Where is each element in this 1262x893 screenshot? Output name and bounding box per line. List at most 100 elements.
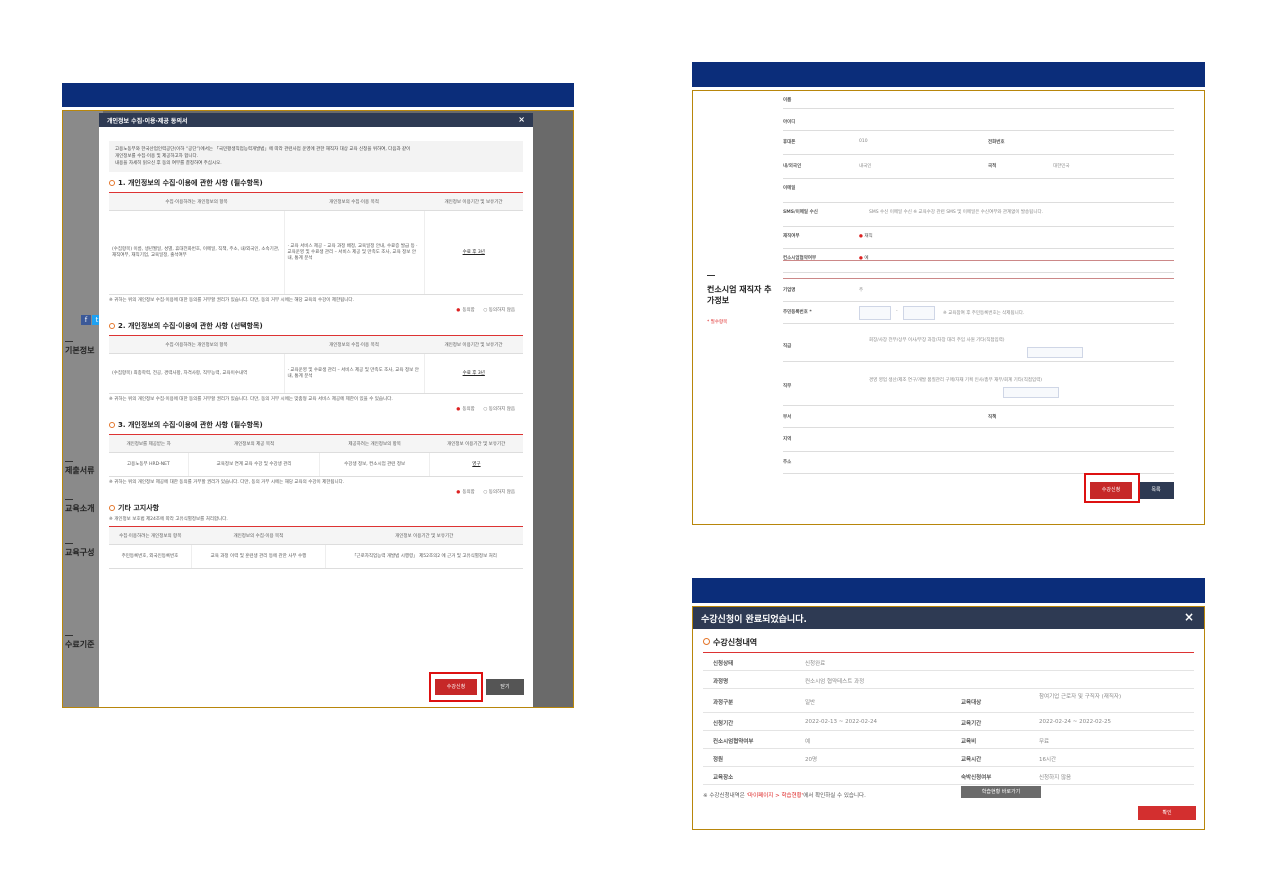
field-label: 아이디 xyxy=(783,120,796,125)
circle-icon xyxy=(703,638,710,645)
side-label-basic: 기본정보 xyxy=(65,346,95,355)
radio-label: 재직 xyxy=(864,234,873,239)
table-cell: · 교육운영 및 수료생 관리 – 서비스 제공 및 만족도 조사, 교육 정보… xyxy=(283,353,424,394)
side-label-docs: 제출서류 xyxy=(65,466,95,475)
ssn-dash: - xyxy=(896,309,898,314)
row-value: 16시간 xyxy=(1039,757,1057,763)
section-3-title: 3. 개인정보의 수집·이용에 관한 사항 (필수항목) xyxy=(109,420,523,430)
table-cell: 수료 후 3년 xyxy=(423,353,523,394)
field-label: 직급 xyxy=(783,344,792,349)
table-header: 개인정보의 제공 목적 xyxy=(188,434,320,453)
disagree-label[interactable]: 동의하지 않음 xyxy=(489,308,515,313)
side-line xyxy=(65,543,73,544)
right-top-screenshot: 이름 아이디 휴대폰 010 전화번호 내/외국인 내국인 국적 대한민국 이메… xyxy=(692,90,1205,525)
radio-selected-icon[interactable]: ● xyxy=(456,407,460,412)
consent-modal: 개인정보 수집·이용·제공 동의서 × 고용노동부와 한국산업인력공단(이하 “… xyxy=(99,113,533,707)
field-label: 기업명 xyxy=(783,288,796,293)
job-options[interactable]: 경영 영업 생산/제조 연구/개발 품질관리 구매/자재 기획 인사/총무 재무… xyxy=(869,375,1119,387)
position-other-input[interactable] xyxy=(1027,347,1083,358)
table-cell: 고용노동부 HRD-NET xyxy=(109,452,189,477)
radio-selected-icon: ● xyxy=(859,234,863,239)
field-label: 국적 xyxy=(988,164,997,169)
field-label: 전화번호 xyxy=(988,140,1005,145)
row-value: 2022-02-24 ~ 2022-02-25 xyxy=(1039,719,1112,725)
field-label: 내/외국인 xyxy=(783,164,802,169)
row-key: 숙박신청여부 xyxy=(961,775,992,781)
close-icon[interactable]: × xyxy=(1184,610,1194,624)
table-header: 수집·이용하려는 개인정보의 항목 xyxy=(109,335,284,354)
radio-selected-icon[interactable]: ● xyxy=(456,308,460,313)
position-options[interactable]: 회장/사장 전무/상무 이사/부장 과장/차장 대리 주임 사원 기타(직접입력… xyxy=(869,335,1119,347)
table-row xyxy=(703,713,1194,731)
disagree-label[interactable]: 동의하지 않음 xyxy=(489,490,515,495)
table-cell: (수집항목) 최종학력, 전공, 경력사항, 자격사항, 직무능력, 교육이수내… xyxy=(109,353,284,394)
section-3-note: ※ 귀하는 위의 개인정보 제공에 대한 동의를 거부할 권리가 있습니다. 다… xyxy=(109,480,345,485)
sms-email-options[interactable]: SMS 수신 이메일 수신 ※ 교육수강 관련 SMS 및 이메일은 수신여부와… xyxy=(869,209,1043,215)
agree-label[interactable]: 동의함 xyxy=(462,308,474,313)
section-2-label: 2. 개인정보의 수집·이용에 관한 사항 (선택항목) xyxy=(118,322,263,330)
ssn-front-input[interactable] xyxy=(859,306,891,320)
field-label: 휴대폰 xyxy=(783,140,796,145)
radio-selected-icon[interactable]: ● xyxy=(456,490,460,495)
modal-header: 개인정보 수집·이용·제공 동의서 × xyxy=(99,113,533,127)
table-header: 개인정보를 제공받는 자 xyxy=(109,434,189,453)
consent-radio-group-3: ● 동의함 ○ 동의하지 않음 xyxy=(456,490,515,495)
disagree-label[interactable]: 동의하지 않음 xyxy=(489,407,515,412)
circle-icon xyxy=(109,422,115,428)
row-key: 과정명 xyxy=(713,679,729,685)
close-button[interactable]: 닫기 xyxy=(486,679,524,695)
job-other-input[interactable] xyxy=(1003,387,1059,398)
field-label: 주민등록번호 * xyxy=(783,310,812,315)
note-text: ※ 수강신청내역은 xyxy=(703,793,747,799)
right-bottom-title-bar xyxy=(692,578,1205,603)
confirm-button[interactable]: 확인 xyxy=(1138,806,1196,820)
ssn-back-input[interactable] xyxy=(903,306,935,320)
agree-label[interactable]: 동의함 xyxy=(462,407,474,412)
field-label: 직무 xyxy=(783,384,792,389)
table-cell: 수료 후 3년 xyxy=(423,210,523,295)
field-value: 주 xyxy=(859,288,864,293)
side-line xyxy=(65,341,73,342)
section-1-title: 1. 개인정보의 수집·이용에 관한 사항 (필수항목) xyxy=(109,178,523,188)
history-note: ※ 수강신청내역은 '마이페이지 > 학습현황'에서 확인하실 수 있습니다. xyxy=(703,791,866,799)
table-cell: 교육 과정 이력 및 훈련생 관리 등에 관한 사무 수행 xyxy=(190,544,326,569)
table-row xyxy=(703,749,1194,767)
background-nav xyxy=(63,111,103,707)
field-value: 대한민국 xyxy=(1053,164,1070,169)
side-label-intro: 교육소개 xyxy=(65,504,95,513)
ssn-note: ※ 교육참여 후 주민등록번호는 삭제됩니다. xyxy=(943,311,1025,316)
agree-label[interactable]: 동의함 xyxy=(462,490,474,495)
table-header: 개인정보 이용기간 및 보유기간 xyxy=(424,335,523,354)
table-row xyxy=(703,671,1194,689)
row-value: 2022-02-13 ~ 2022-02-24 xyxy=(805,719,878,725)
field-value: 내국인 xyxy=(859,164,872,169)
row-value: 참여기업 근로자 및 구직자 (재직자) xyxy=(1039,694,1122,700)
side-label-completion: 수료기준 xyxy=(65,640,95,649)
learning-status-button[interactable]: 학습현황 바로가기 xyxy=(961,786,1041,798)
close-icon[interactable]: × xyxy=(518,115,525,124)
row-key: 신청상태 xyxy=(713,661,734,667)
row-key: 교육비 xyxy=(961,739,977,745)
row-key: 교육기간 xyxy=(961,721,982,727)
note-link[interactable]: '마이페이지 > 학습현황' xyxy=(747,793,804,799)
section-2-note: ※ 귀하는 위의 개인정보 수집·이용에 대한 동의를 거부할 권리가 있습니다… xyxy=(109,397,393,402)
table-row xyxy=(703,653,1194,671)
section-label: 수강신청내역 xyxy=(713,638,758,647)
dialog-title: 수강신청이 완료되었습니다. xyxy=(701,615,807,625)
table-cell: 영구 xyxy=(428,452,523,477)
table-header: 개인정보 이용기간 및 보유기간 xyxy=(429,434,523,453)
table-cell: 교육정보 연계 교육 수강 및 수강생 관리 xyxy=(187,452,320,477)
right-bottom-screenshot: 수강신청이 완료되었습니다. × 수강신청내역 신청상태 신청완료 과정명 컨소… xyxy=(692,606,1205,830)
table-cell: · 교육 서비스 제공 – 교육 과정 배정, 교육일정 안내, 수료증 발급 … xyxy=(283,210,424,295)
employed-radio[interactable]: ● 재직 xyxy=(859,233,873,239)
list-button[interactable]: 목록 xyxy=(1138,482,1174,499)
form-row xyxy=(783,179,1174,203)
field-label: 부서 xyxy=(783,415,792,420)
dialog-header: 수강신청이 완료되었습니다. × xyxy=(693,607,1204,629)
section-title: 수강신청내역 xyxy=(703,637,757,648)
field-label: 이메일 xyxy=(783,186,796,191)
table-cell: 수강생 정보, 컨소시엄 관련 정보 xyxy=(319,452,430,477)
table-header: 개인정보의 수집·이용 목적 xyxy=(284,192,424,211)
circle-icon xyxy=(109,323,115,329)
consent-table-2: 수집·이용하려는 개인정보의 항목 개인정보의 수집·이용 목적 개인정보 이용기간… xyxy=(109,335,523,394)
